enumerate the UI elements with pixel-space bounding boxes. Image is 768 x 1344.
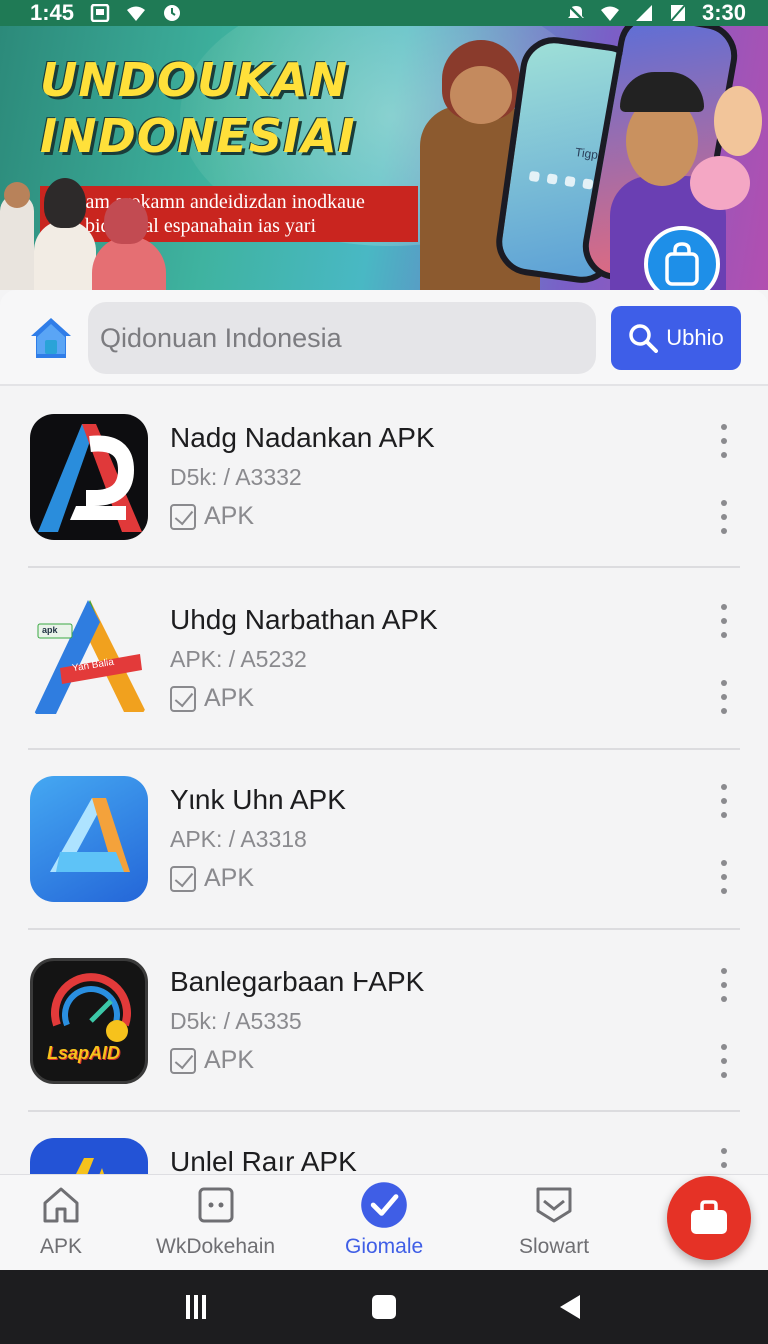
toy-illustration-2 <box>690 156 750 210</box>
nav-label: Slowart <box>519 1235 590 1258</box>
promo-banner[interactable]: UNDOUKAN INDONESIAI Narlam arokamn andei… <box>0 26 768 290</box>
square-dots-icon <box>198 1187 234 1223</box>
app-icon-5[interactable] <box>30 1138 148 1174</box>
app-list[interactable]: Nadg Nadankan APK D5k: / A3332 APK apk Y… <box>0 388 768 1174</box>
search-input[interactable] <box>88 302 596 374</box>
more-options-icon[interactable] <box>712 968 736 1002</box>
battery-icon <box>670 4 686 22</box>
app-type-label: APK <box>204 684 255 712</box>
divider <box>28 566 740 568</box>
checkbox-icon[interactable] <box>170 685 196 712</box>
app-type: APK <box>170 1046 254 1075</box>
list-item[interactable]: LsapAID Banlegarbaan ⱵAPK D5k: / A5335 A… <box>0 932 768 1112</box>
nav-label: WkDokehain <box>156 1235 276 1258</box>
banner-title-line2: INDONESIAI <box>40 109 356 163</box>
app-name: Unlel Raır APK <box>170 1146 357 1174</box>
nav-item-apk[interactable]: APK <box>40 1185 82 1259</box>
cell-signal-icon <box>635 5 652 21</box>
list-item[interactable]: Yιnk Uhn APK APK: / A3318 APK <box>0 750 768 930</box>
app-version: D5k: / A3332 <box>170 464 302 490</box>
list-item[interactable]: Unlel Raır APK <box>0 1112 768 1174</box>
app-type-label: APK <box>204 1046 255 1074</box>
app-name: Banlegarbaan ⱵAPK <box>170 966 425 997</box>
nav-label: Giomale <box>345 1235 424 1258</box>
app-icon-badge: apk <box>42 625 58 635</box>
nav-item-wkdokehain[interactable]: WkDokehain <box>156 1185 275 1259</box>
more-options-icon[interactable] <box>712 1044 736 1078</box>
back-icon[interactable] <box>558 1294 582 1320</box>
bottom-navigation: APK WkDokehain Giomale Slowart <box>0 1174 768 1270</box>
wifi-icon <box>127 6 146 21</box>
app-type-label: APK <box>204 864 255 892</box>
app-icon-4[interactable]: LsapAID <box>30 958 148 1084</box>
app-icon-1[interactable] <box>30 414 148 540</box>
divider <box>28 928 740 930</box>
clock-left: 1:45 <box>30 0 75 25</box>
checkbox-icon[interactable] <box>170 503 196 530</box>
app-icon-3[interactable] <box>30 776 148 902</box>
nav-item-giomale[interactable]: Giomale <box>345 1182 424 1259</box>
clock-status-icon <box>164 5 181 21</box>
search-button[interactable]: Ubhio <box>611 306 741 370</box>
status-bar: 1:45 3:30 <box>0 0 768 26</box>
app-type-label: APK <box>204 502 255 530</box>
app-version: APK: / A5232 <box>170 646 307 672</box>
more-options-icon[interactable] <box>712 1148 736 1174</box>
more-options-icon[interactable] <box>712 604 736 638</box>
app-icon-2[interactable]: apk Yan Balia <box>30 596 148 722</box>
home-outline-icon <box>43 1187 79 1223</box>
more-options-icon[interactable] <box>712 784 736 818</box>
toy-illustration <box>714 86 762 156</box>
app-name: Yιnk Uhn APK <box>170 784 346 815</box>
banner-title: UNDOUKAN INDONESIAI <box>40 52 356 164</box>
mute-icon <box>567 4 585 22</box>
app-name: Uhdg Narbathan APK <box>170 604 438 635</box>
lock-fab-button[interactable] <box>667 1176 751 1260</box>
search-button-label: Ubhio <box>666 325 724 350</box>
people-illustration <box>0 176 200 290</box>
system-navigation-bar <box>0 1270 768 1344</box>
clock-right: 3:30 <box>701 0 746 25</box>
check-circle-icon <box>361 1182 407 1228</box>
briefcase-icon <box>691 1200 727 1234</box>
list-item[interactable]: Nadg Nadankan APK D5k: / A3332 APK <box>0 388 768 568</box>
recent-apps-icon[interactable] <box>184 1294 208 1320</box>
app-type: APK <box>170 684 254 713</box>
app-type: APK <box>170 502 254 531</box>
home-button-icon[interactable] <box>371 1294 397 1320</box>
more-options-icon[interactable] <box>712 500 736 534</box>
more-options-icon[interactable] <box>712 680 736 714</box>
app-type: APK <box>170 864 254 893</box>
more-options-icon[interactable] <box>712 424 736 458</box>
wifi-signal-icon <box>600 6 619 21</box>
nav-item-slowart[interactable]: Slowart <box>519 1185 589 1259</box>
home-icon[interactable] <box>28 316 74 360</box>
app-icon-text: LsapAID <box>47 1043 121 1063</box>
banner-title-line1: UNDOUKAN <box>40 53 349 107</box>
list-item[interactable]: apk Yan Balia Uhdg Narbathan APK APK: / … <box>0 570 768 750</box>
app-name: Nadg Nadankan APK <box>170 422 435 453</box>
app-version: APK: / A3318 <box>170 826 307 852</box>
more-options-icon[interactable] <box>712 860 736 894</box>
checkbox-icon[interactable] <box>170 1047 196 1074</box>
app-version: D5k: / A5335 <box>170 1008 302 1034</box>
search-bar-row: Ubhio <box>0 290 768 386</box>
nav-label: APK <box>40 1235 83 1258</box>
search-icon <box>629 324 659 353</box>
shield-chevron-icon <box>536 1187 572 1223</box>
screenshot-icon <box>90 4 110 22</box>
checkbox-icon[interactable] <box>170 865 196 892</box>
